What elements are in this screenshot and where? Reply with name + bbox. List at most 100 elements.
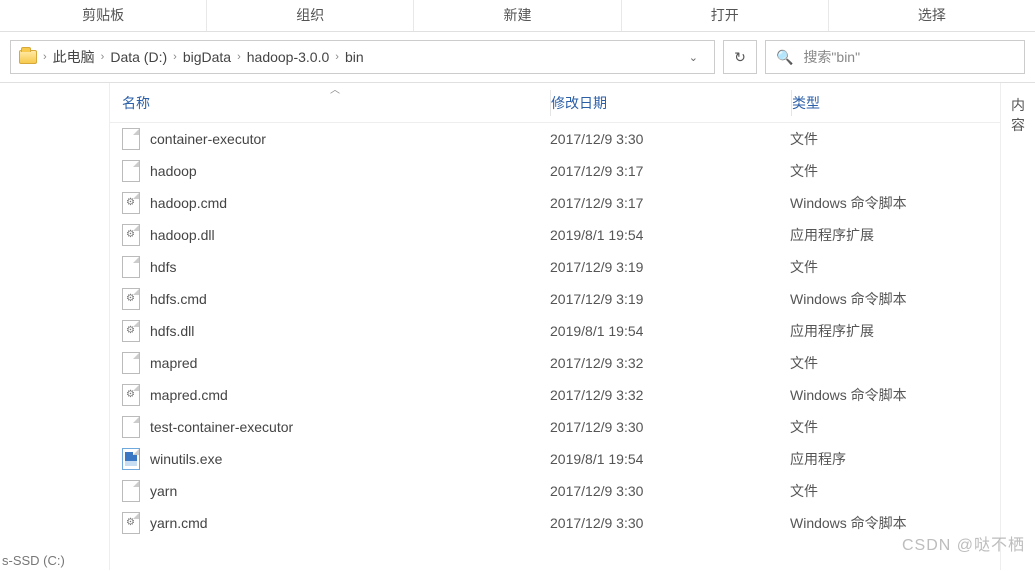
file-type-cell: 文件 xyxy=(790,129,1000,149)
file-row[interactable]: hadoop.cmd 2017/12/9 3:17Windows 命令脚本 xyxy=(110,187,1000,219)
file-date-cell: 2017/12/9 3:32 xyxy=(550,387,790,403)
file-date-cell: 2017/12/9 3:30 xyxy=(550,515,790,531)
file-name-cell: mapred xyxy=(110,352,550,374)
file-row[interactable]: mapred2017/12/9 3:32文件 xyxy=(110,347,1000,379)
file-type-cell: 文件 xyxy=(790,257,1000,277)
refresh-button[interactable]: ↻ xyxy=(723,40,757,74)
ribbon-tab-open[interactable]: 打开 xyxy=(622,0,829,31)
nav-tree-item-ssd[interactable]: s-SSD (C:) xyxy=(2,553,65,568)
column-header-type[interactable]: 类型 xyxy=(792,93,1000,113)
ribbon-tab-clipboard[interactable]: 剪贴板 xyxy=(0,0,207,31)
file-name-cell: hadoop xyxy=(110,160,550,182)
file-name-label: yarn xyxy=(150,483,177,499)
refresh-icon: ↻ xyxy=(734,49,746,66)
ribbon-tab-select[interactable]: 选择 xyxy=(829,0,1035,31)
file-type-cell: Windows 命令脚本 xyxy=(790,289,1000,309)
chevron-right-icon: › xyxy=(43,51,47,63)
crumb-bin[interactable]: bin xyxy=(345,49,364,65)
crumb-this-pc[interactable]: 此电脑 xyxy=(53,47,95,67)
blank-file-icon xyxy=(122,480,140,502)
file-name-label: hdfs.cmd xyxy=(150,291,207,307)
file-row[interactable]: hdfs2017/12/9 3:19文件 xyxy=(110,251,1000,283)
file-type-cell: Windows 命令脚本 xyxy=(790,513,1000,533)
nav-tree-pane[interactable]: s-SSD (C:) xyxy=(0,83,110,570)
chevron-right-icon: › xyxy=(173,51,177,63)
file-name-label: yarn.cmd xyxy=(150,515,208,531)
blank-file-icon xyxy=(122,128,140,150)
file-type-cell: 文件 xyxy=(790,481,1000,501)
column-header-name[interactable]: 名称 xyxy=(110,93,550,113)
file-name-label: mapred.cmd xyxy=(150,387,228,403)
file-name-cell: hdfs xyxy=(110,256,550,278)
preview-pane: 内容 xyxy=(1000,83,1035,570)
file-date-cell: 2017/12/9 3:30 xyxy=(550,483,790,499)
file-row[interactable]: container-executor2017/12/9 3:30文件 xyxy=(110,123,1000,155)
search-placeholder: 搜索"bin" xyxy=(803,47,860,67)
file-row[interactable]: yarn 2017/12/9 3:30文件 xyxy=(110,475,1000,507)
file-rows: container-executor2017/12/9 3:30文件hadoop… xyxy=(110,123,1000,539)
file-row[interactable]: hdfs.dll 2019/8/1 19:54应用程序扩展 xyxy=(110,315,1000,347)
gear-file-icon xyxy=(122,384,140,406)
file-row[interactable]: hadoop2017/12/9 3:17文件 xyxy=(110,155,1000,187)
breadcrumb-dropdown-icon[interactable]: ⌄ xyxy=(681,51,706,64)
file-row[interactable]: winutils.exe 2019/8/1 19:54应用程序 xyxy=(110,443,1000,475)
crumb-bigdata[interactable]: bigData xyxy=(183,49,231,65)
gear-file-icon xyxy=(122,288,140,310)
folder-icon xyxy=(19,50,37,64)
file-name-cell: mapred.cmd xyxy=(110,384,550,406)
address-bar-row: › 此电脑 › Data (D:) › bigData › hadoop-3.0… xyxy=(0,32,1035,83)
ribbon-tab-new[interactable]: 新建 xyxy=(414,0,621,31)
file-name-cell: winutils.exe xyxy=(110,448,550,470)
file-name-cell: hadoop.dll xyxy=(110,224,550,246)
file-name-label: hadoop.dll xyxy=(150,227,215,243)
file-row[interactable]: mapred.cmd 2017/12/9 3:32Windows 命令脚本 xyxy=(110,379,1000,411)
file-date-cell: 2019/8/1 19:54 xyxy=(550,227,790,243)
file-name-cell: test-container-executor xyxy=(110,416,550,438)
file-date-cell: 2017/12/9 3:19 xyxy=(550,291,790,307)
file-name-cell: yarn.cmd xyxy=(110,512,550,534)
file-date-cell: 2017/12/9 3:30 xyxy=(550,419,790,435)
file-date-cell: 2017/12/9 3:17 xyxy=(550,163,790,179)
file-type-cell: Windows 命令脚本 xyxy=(790,385,1000,405)
file-name-label: container-executor xyxy=(150,131,266,147)
application-file-icon xyxy=(122,448,140,470)
file-date-cell: 2017/12/9 3:32 xyxy=(550,355,790,371)
gear-file-icon xyxy=(122,512,140,534)
file-date-cell: 2017/12/9 3:17 xyxy=(550,195,790,211)
blank-file-icon xyxy=(122,256,140,278)
file-name-cell: container-executor xyxy=(110,128,550,150)
file-date-cell: 2019/8/1 19:54 xyxy=(550,323,790,339)
breadcrumb[interactable]: › 此电脑 › Data (D:) › bigData › hadoop-3.0… xyxy=(10,40,715,74)
file-type-cell: 应用程序扩展 xyxy=(790,321,1000,341)
file-row[interactable]: hadoop.dll2019/8/1 19:54应用程序扩展 xyxy=(110,219,1000,251)
search-icon: 🔍 xyxy=(776,49,793,66)
file-name-label: mapred xyxy=(150,355,197,371)
file-name-cell: yarn xyxy=(110,480,550,502)
crumb-hadoop[interactable]: hadoop-3.0.0 xyxy=(247,49,330,65)
file-name-label: hdfs.dll xyxy=(150,323,194,339)
ribbon-tab-organize[interactable]: 组织 xyxy=(207,0,414,31)
file-type-cell: 应用程序 xyxy=(790,449,1000,469)
gear-file-icon xyxy=(122,224,140,246)
file-name-label: hadoop xyxy=(150,163,197,179)
blank-file-icon xyxy=(122,352,140,374)
file-date-cell: 2017/12/9 3:19 xyxy=(550,259,790,275)
column-header-date[interactable]: 修改日期 xyxy=(551,93,791,113)
file-row[interactable]: test-container-executor2017/12/9 3:30文件 xyxy=(110,411,1000,443)
chevron-right-icon: › xyxy=(237,51,241,63)
blank-file-icon xyxy=(122,160,140,182)
file-name-label: winutils.exe xyxy=(150,451,222,467)
chevron-right-icon: › xyxy=(335,51,339,63)
file-name-cell: hadoop.cmd xyxy=(110,192,550,214)
file-row[interactable]: hdfs.cmd 2017/12/9 3:19Windows 命令脚本 xyxy=(110,283,1000,315)
preview-pane-label: 内容 xyxy=(1001,83,1035,147)
gear-file-icon xyxy=(122,320,140,342)
crumb-drive[interactable]: Data (D:) xyxy=(110,49,167,65)
file-name-cell: hdfs.dll xyxy=(110,320,550,342)
search-input[interactable]: 🔍 搜索"bin" xyxy=(765,40,1025,74)
file-type-cell: Windows 命令脚本 xyxy=(790,193,1000,213)
ribbon: 剪贴板 组织 新建 打开 选择 xyxy=(0,0,1035,32)
file-date-cell: 2019/8/1 19:54 xyxy=(550,451,790,467)
file-row[interactable]: yarn.cmd 2017/12/9 3:30Windows 命令脚本 xyxy=(110,507,1000,539)
file-name-label: hadoop.cmd xyxy=(150,195,227,211)
